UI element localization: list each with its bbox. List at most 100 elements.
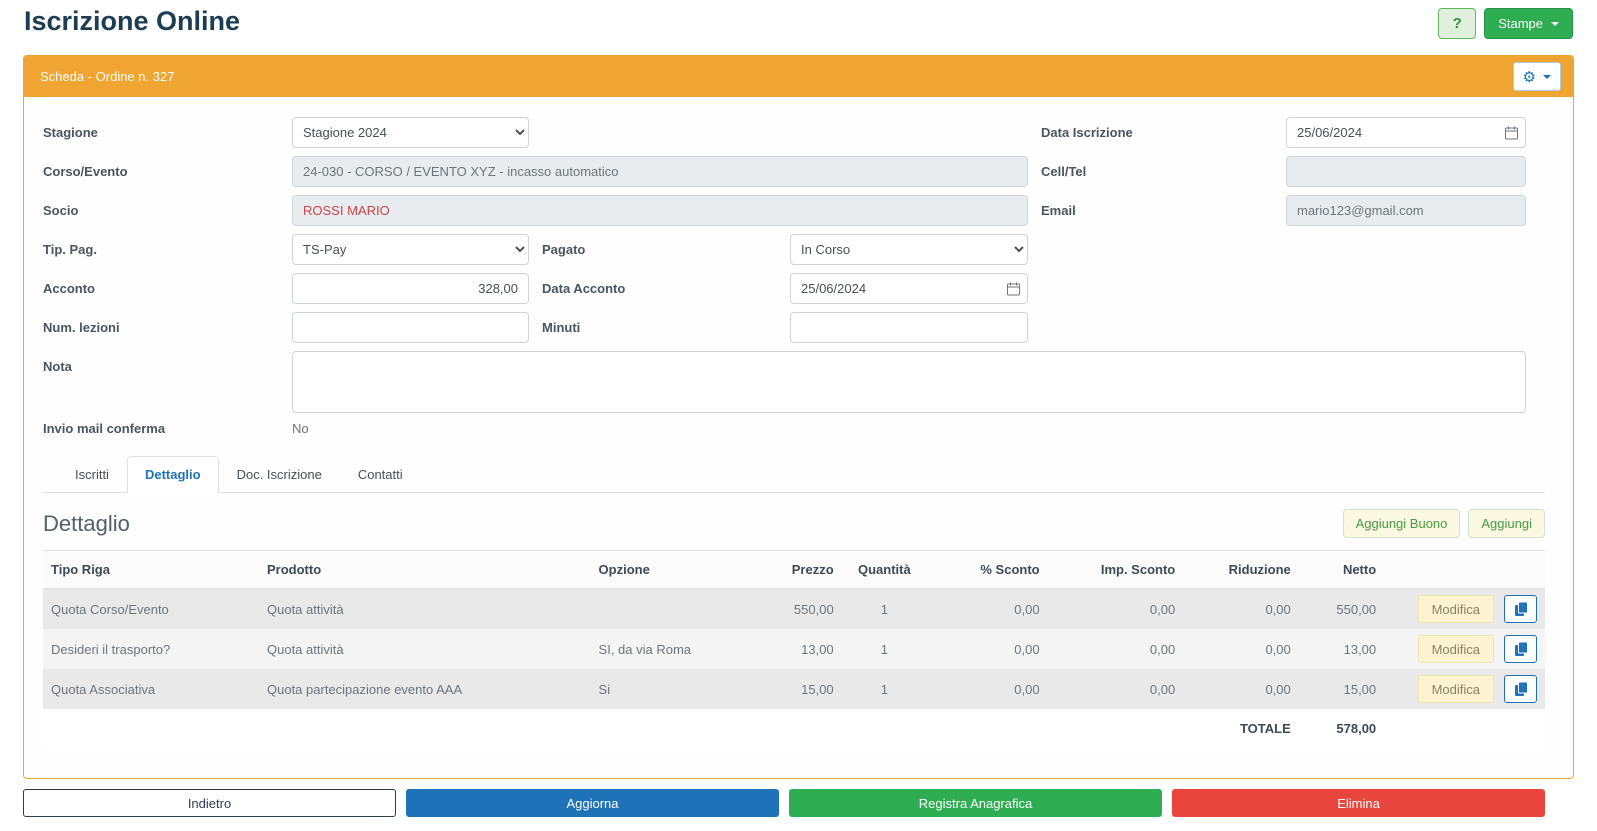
tip-pag-select[interactable]: TS-Pay: [292, 234, 529, 265]
minuti-input[interactable]: [790, 312, 1028, 343]
tab-contatti[interactable]: Contatti: [340, 456, 421, 493]
tab-bar: Iscritti Dettaglio Doc. Iscrizione Conta…: [43, 456, 1545, 493]
socio-label: Socio: [43, 203, 292, 218]
gear-icon: ⚙: [1523, 68, 1536, 86]
col-header-prezzo: Prezzo: [751, 551, 841, 589]
cell-tel-input: [1286, 156, 1526, 187]
col-header-imp-sconto: Imp. Sconto: [1048, 551, 1184, 589]
minuti-label: Minuti: [529, 320, 790, 335]
data-acconto-field: [790, 273, 1028, 304]
calendar-icon: [1505, 126, 1518, 139]
modifica-button[interactable]: Modifica: [1418, 675, 1494, 703]
registra-anagrafica-button[interactable]: Registra Anagrafica: [789, 789, 1162, 817]
cell-tipo-riga: Quota Corso/Evento: [43, 589, 259, 630]
cell-prezzo: 550,00: [751, 589, 841, 630]
email-label: Email: [1028, 203, 1286, 218]
data-iscrizione-label: Data Iscrizione: [1028, 125, 1286, 140]
card-body: Stagione Stagione 2024 Data Iscrizione C…: [24, 97, 1573, 778]
aggiorna-button[interactable]: Aggiorna: [406, 789, 779, 817]
nota-label: Nota: [43, 351, 292, 374]
corso-evento-input: [292, 156, 1028, 187]
col-header-opzione: Opzione: [591, 551, 752, 589]
data-iscrizione-field: [1286, 117, 1526, 148]
cell-prezzo: 13,00: [751, 629, 841, 669]
cell-prodotto: Quota attività: [259, 589, 591, 630]
cell-perc-sconto: 0,00: [927, 669, 1048, 709]
col-header-netto: Netto: [1299, 551, 1384, 589]
copy-row-button[interactable]: [1504, 635, 1537, 663]
cell-imp-sconto: 0,00: [1048, 629, 1184, 669]
top-bar: Iscrizione Online ? Stampe: [0, 0, 1597, 39]
email-input: [1286, 195, 1526, 226]
total-empty-cell: [1384, 709, 1545, 748]
tab-iscritti[interactable]: Iscritti: [57, 456, 127, 493]
socio-input: [292, 195, 1028, 226]
cell-netto: 550,00: [1299, 589, 1384, 630]
copy-row-button[interactable]: [1504, 595, 1537, 623]
table-total-row: TOTALE 578,00: [43, 709, 1545, 748]
card-title: Scheda - Ordine n. 327: [40, 69, 174, 84]
num-lezioni-label: Num. lezioni: [43, 320, 292, 335]
data-acconto-input[interactable]: [790, 273, 1028, 304]
cell-opzione: SI, da via Roma: [591, 629, 752, 669]
detail-header: Dettaglio Aggiungi Buono Aggiungi: [43, 509, 1545, 538]
cell-riduzione: 0,00: [1183, 629, 1299, 669]
modifica-button[interactable]: Modifica: [1418, 635, 1494, 663]
indietro-button[interactable]: Indietro: [23, 789, 396, 817]
order-card: Scheda - Ordine n. 327 ⚙ Stagione Stagio…: [23, 55, 1574, 779]
invio-mail-conferma-label: Invio mail conferma: [43, 421, 292, 436]
cell-riduzione: 0,00: [1183, 589, 1299, 630]
table-row: Desideri il trasporto? Quota attività SI…: [43, 629, 1545, 669]
corso-evento-label: Corso/Evento: [43, 164, 292, 179]
table-row: Quota Corso/Evento Quota attività 550,00…: [43, 589, 1545, 630]
tab-dettaglio[interactable]: Dettaglio: [127, 456, 219, 493]
cell-tipo-riga: Quota Associativa: [43, 669, 259, 709]
cell-perc-sconto: 0,00: [927, 589, 1048, 630]
order-form: Stagione Stagione 2024 Data Iscrizione C…: [43, 117, 1545, 436]
copy-row-button[interactable]: [1504, 675, 1537, 703]
caret-down-icon: [1543, 75, 1551, 79]
tab-doc-iscrizione[interactable]: Doc. Iscrizione: [219, 456, 340, 493]
cell-opzione: Si: [591, 669, 752, 709]
table-row: Quota Associativa Quota partecipazione e…: [43, 669, 1545, 709]
cell-actions: Modifica: [1384, 629, 1545, 669]
data-iscrizione-input[interactable]: [1286, 117, 1526, 148]
copy-icon: [1514, 641, 1528, 657]
help-button[interactable]: ?: [1438, 8, 1476, 39]
col-header-prodotto: Prodotto: [259, 551, 591, 589]
cell-quantita: 1: [842, 589, 927, 630]
cell-imp-sconto: 0,00: [1048, 589, 1184, 630]
acconto-input[interactable]: [292, 273, 529, 304]
cell-quantita: 1: [842, 629, 927, 669]
modifica-button[interactable]: Modifica: [1418, 595, 1494, 623]
settings-button[interactable]: ⚙: [1513, 62, 1561, 91]
num-lezioni-input[interactable]: [292, 312, 529, 343]
cell-netto: 15,00: [1299, 669, 1384, 709]
data-acconto-label: Data Acconto: [529, 281, 790, 296]
detail-table: Tipo Riga Prodotto Opzione Prezzo Quanti…: [43, 550, 1545, 748]
cell-netto: 13,00: [1299, 629, 1384, 669]
stagione-select[interactable]: Stagione 2024: [292, 117, 529, 148]
aggiungi-buono-button[interactable]: Aggiungi Buono: [1343, 509, 1461, 538]
total-label: TOTALE: [43, 709, 1299, 748]
cell-opzione: [591, 589, 752, 630]
cell-prodotto: Quota attività: [259, 629, 591, 669]
aggiungi-button[interactable]: Aggiungi: [1468, 509, 1545, 538]
cell-actions: Modifica: [1384, 669, 1545, 709]
pagato-label: Pagato: [529, 242, 790, 257]
cell-tel-label: Cell/Tel: [1028, 164, 1286, 179]
cell-riduzione: 0,00: [1183, 669, 1299, 709]
pagato-select[interactable]: In Corso: [790, 234, 1028, 265]
nota-textarea[interactable]: [292, 351, 1526, 413]
calendar-icon: [1007, 282, 1020, 295]
tip-pag-label: Tip. Pag.: [43, 242, 292, 257]
col-header-quantita: Quantità: [842, 551, 927, 589]
detail-title: Dettaglio: [43, 511, 130, 537]
total-value: 578,00: [1299, 709, 1384, 748]
detail-header-actions: Aggiungi Buono Aggiungi: [1343, 509, 1545, 538]
stampe-button-label: Stampe: [1498, 16, 1543, 31]
stagione-label: Stagione: [43, 125, 292, 140]
elimina-button[interactable]: Elimina: [1172, 789, 1545, 817]
stampe-button[interactable]: Stampe: [1484, 8, 1573, 39]
copy-icon: [1514, 681, 1528, 697]
